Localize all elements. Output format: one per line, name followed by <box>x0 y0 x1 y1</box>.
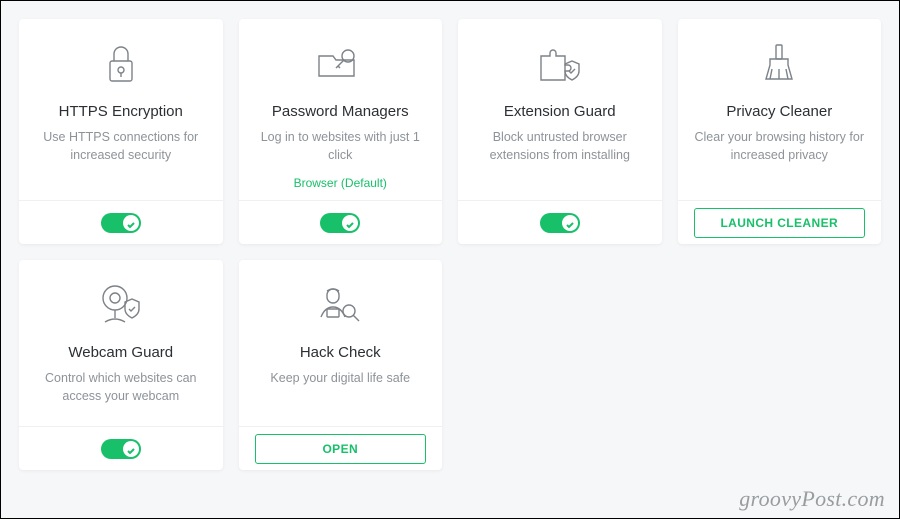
webcam-shield-icon <box>97 278 145 332</box>
card-description: Log in to websites with just 1 click <box>255 128 427 164</box>
toggle-extension-guard[interactable] <box>540 213 580 233</box>
hacker-search-icon <box>315 278 365 332</box>
card-footer: OPEN <box>239 426 443 470</box>
card-title: Password Managers <box>272 103 409 120</box>
card-body: Privacy Cleaner Clear your browsing hist… <box>678 19 882 200</box>
toggle-password-managers[interactable] <box>320 213 360 233</box>
card-description: Use HTTPS connections for increased secu… <box>35 128 207 164</box>
card-description: Control which websites can access your w… <box>35 369 207 405</box>
card-https-encryption: HTTPS Encryption Use HTTPS connections f… <box>19 19 223 244</box>
watermark: groovyPost.com <box>739 486 885 512</box>
card-extension-guard: Extension Guard Block untrusted browser … <box>458 19 662 244</box>
check-icon <box>126 217 136 227</box>
card-title: HTTPS Encryption <box>59 103 183 120</box>
card-footer <box>239 200 443 244</box>
card-description: Block untrusted browser extensions from … <box>474 128 646 164</box>
card-body: Webcam Guard Control which websites can … <box>19 260 223 426</box>
card-footer <box>19 426 223 470</box>
card-title: Extension Guard <box>504 103 616 120</box>
toggle-https-encryption[interactable] <box>101 213 141 233</box>
card-body: Hack Check Keep your digital life safe <box>239 260 443 426</box>
card-footer <box>458 200 662 244</box>
card-title: Privacy Cleaner <box>726 103 832 120</box>
lock-icon <box>103 37 139 91</box>
card-footer <box>19 200 223 244</box>
launch-cleaner-button[interactable]: LAUNCH CLEANER <box>694 208 866 238</box>
check-icon <box>345 217 355 227</box>
open-button[interactable]: OPEN <box>255 434 427 464</box>
card-description: Keep your digital life safe <box>270 369 410 387</box>
card-privacy-cleaner: Privacy Cleaner Clear your browsing hist… <box>678 19 882 244</box>
card-hack-check: Hack Check Keep your digital life safe O… <box>239 260 443 470</box>
card-description: Clear your browsing history for increase… <box>694 128 866 164</box>
card-extra-label: Browser (Default) <box>294 176 387 190</box>
puzzle-shield-icon <box>535 37 585 91</box>
check-icon <box>565 217 575 227</box>
card-title: Hack Check <box>300 344 381 361</box>
card-body: Password Managers Log in to websites wit… <box>239 19 443 200</box>
card-title: Webcam Guard <box>68 344 173 361</box>
brush-icon <box>760 37 798 91</box>
key-folder-icon <box>316 37 364 91</box>
card-footer: LAUNCH CLEANER <box>678 200 882 244</box>
card-body: Extension Guard Block untrusted browser … <box>458 19 662 200</box>
toggle-webcam-guard[interactable] <box>101 439 141 459</box>
card-password-managers: Password Managers Log in to websites wit… <box>239 19 443 244</box>
feature-grid: HTTPS Encryption Use HTTPS connections f… <box>19 19 881 470</box>
check-icon <box>126 443 136 453</box>
card-body: HTTPS Encryption Use HTTPS connections f… <box>19 19 223 200</box>
card-webcam-guard: Webcam Guard Control which websites can … <box>19 260 223 470</box>
